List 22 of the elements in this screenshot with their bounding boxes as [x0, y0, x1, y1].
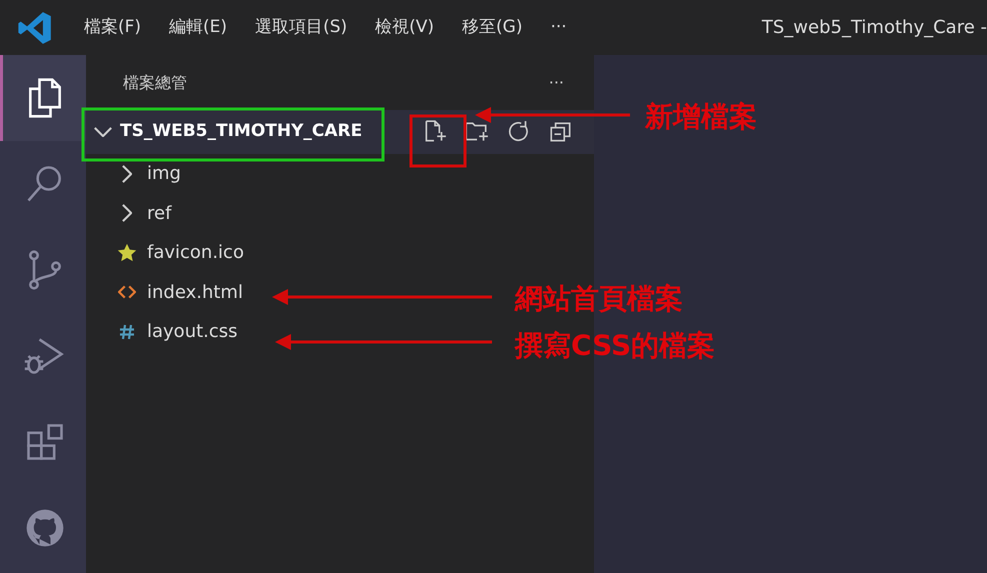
annotation-label: 撰寫CSS的檔案 [515, 328, 716, 364]
menu-item[interactable]: 檢視(V) [361, 14, 448, 40]
menu-item[interactable]: 移至(G) [448, 14, 536, 40]
file-item[interactable]: index.html [116, 278, 243, 306]
folder-item[interactable]: ref [116, 200, 172, 227]
menu-item[interactable]: 選取項目(S) [241, 14, 362, 40]
panel-title: 檔案總管 [123, 72, 187, 94]
annotation-label: 新增檔案 [645, 99, 757, 135]
annotation-label: 網站首頁檔案 [515, 281, 683, 317]
chevron-icon [94, 127, 112, 137]
menu-item[interactable]: 編輯(E) [155, 14, 242, 40]
explorer-icon[interactable] [0, 55, 86, 141]
window-title: TS_web5_Timothy_Care - [762, 16, 987, 40]
chevron-icon [122, 164, 132, 183]
folder-item[interactable]: img [116, 160, 181, 188]
more-actions-button[interactable]: ··· [548, 70, 564, 94]
file-item[interactable]: favicon.ico [116, 239, 244, 266]
chevron-icon [122, 204, 132, 222]
file-item[interactable]: layout.css [116, 318, 238, 346]
menu-item[interactable]: 檔案(F) [70, 14, 156, 40]
star-icon [116, 242, 138, 263]
more-menu[interactable]: ··· [536, 14, 581, 40]
